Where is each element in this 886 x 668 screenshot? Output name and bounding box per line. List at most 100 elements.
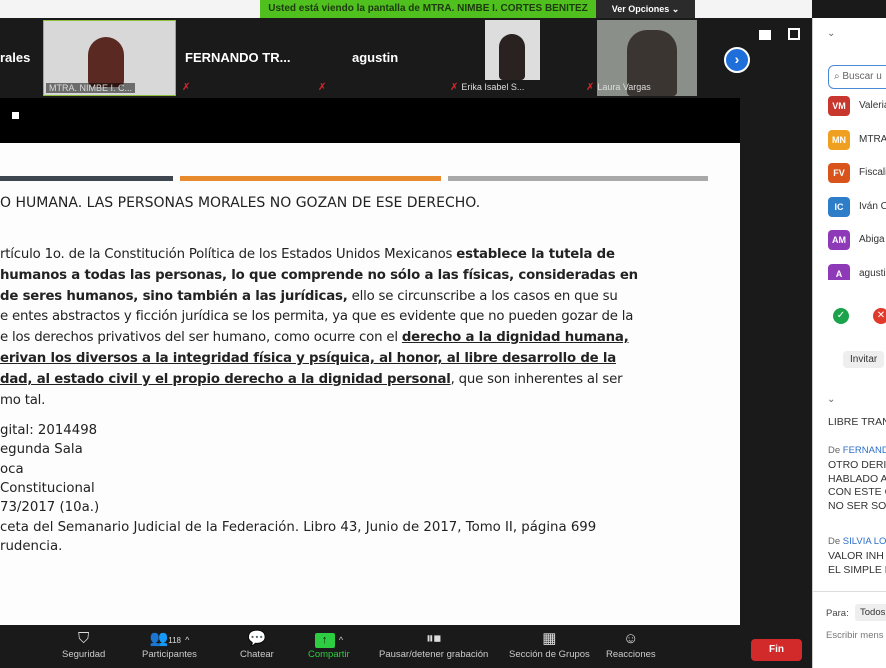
chat-icon: 💬 (247, 630, 267, 647)
shield-icon: ⛉ (78, 630, 90, 647)
chat-sender[interactable]: FERNAND (843, 445, 886, 456)
chat-sender-line: De SILVIA LOF (828, 535, 886, 549)
participant-count: 118 (168, 636, 181, 645)
label: Sección de Grupos (509, 649, 590, 660)
bold-segment: humanos a todas las personas, lo que com… (0, 267, 638, 283)
emoji-icon: ☺ (623, 630, 639, 647)
label: Reacciones (606, 649, 656, 660)
chat-sender[interactable]: SILVIA LOF (843, 536, 886, 547)
chat-input[interactable]: Escribir mens (826, 630, 884, 641)
video-strip: rales MTRA. NIMBE I. C... FERNANDO TR...… (0, 18, 812, 98)
participant-avatar: A (828, 263, 850, 280)
label: Compartir (308, 649, 350, 660)
chat-line: OTRO DERI (828, 459, 886, 471)
chat-collapse-chevron-icon[interactable]: ⌄ (827, 394, 835, 405)
muted-mic-icon: ✗ (450, 82, 459, 93)
text-segment: ello se circunscribe a los casos en que … (347, 288, 618, 304)
share-banner: Usted está viendo la pantalla de MTRA. N… (260, 0, 596, 18)
video-label-row: ✗ Erika Isabel S... (450, 82, 524, 93)
metadata-line: rudencia. (0, 538, 63, 554)
from-label: De (828, 445, 843, 456)
video-label-row: ✗ Laura Vargas (586, 82, 651, 93)
paragraph-line: de seres humanos, sino también a las jur… (0, 289, 618, 304)
participant-avatar: IC (828, 196, 850, 217)
chat-message-text: LIBRE TRAN (828, 416, 886, 428)
divider (180, 176, 441, 181)
text-segment: e los derechos privativos del ser humano… (0, 330, 402, 346)
share-icon: ↑ ^ (308, 629, 350, 649)
text-segment: e entes abstractos y ficción jurídica se… (0, 309, 634, 325)
muted-mic-icon: ✗ (586, 82, 595, 93)
video-name: rales (0, 50, 31, 65)
share-background (740, 98, 812, 625)
metadata-line: ceta del Semanario Judicial de la Federa… (0, 519, 597, 535)
slide-title: O HUMANA. LAS PERSONAS MORALES NO GOZAN … (0, 195, 481, 211)
participant-list: VM Valeria MN MTRA. FV Fiscali IC Iván C AM Abiga… (813, 18, 886, 280)
participant-avatar: FV (828, 163, 850, 183)
participant-name[interactable]: agusti (859, 268, 886, 279)
chat-line: HABLADO A (828, 472, 886, 485)
paragraph-line: erivan los diversos a la integridad físi… (0, 351, 616, 366)
grid-icon: ▦ (542, 630, 557, 647)
chat-line: NO SER SO (828, 499, 886, 512)
participant-name[interactable]: Valeria (859, 100, 886, 111)
breakout-rooms-button[interactable]: ▦ Sección de Grupos (509, 629, 590, 660)
chat-message: VALOR INH EL SIMPLE H (828, 550, 886, 577)
to-label: Para: (826, 608, 849, 619)
fullscreen-icon[interactable] (788, 28, 800, 40)
chat-line: CON ESTE C (828, 486, 886, 498)
video-label: Erika Isabel S... (461, 82, 525, 92)
video-name: FERNANDO TR... (185, 50, 291, 65)
participant-video (499, 34, 525, 80)
muted-mic-icon: ✗ (182, 82, 191, 93)
metadata-line: oca (0, 461, 24, 477)
chat-line: VALOR INH (828, 550, 884, 562)
paragraph-line: rtículo 1o. de la Constitución Política … (0, 247, 615, 262)
reactions-button[interactable]: ☺ Reacciones (606, 629, 656, 660)
participant-name[interactable]: Abiga (859, 234, 885, 245)
video-label: MTRA. NIMBE I. C... (46, 83, 136, 93)
chat-message: OTRO DERI HABLADO A CON ESTE C NO SER SO (828, 459, 886, 513)
text-segment: mo tal. (0, 392, 46, 408)
video-tile-speaker[interactable]: MTRA. NIMBE I. C... (43, 20, 176, 96)
participant-name[interactable]: Fiscali (859, 167, 886, 178)
view-layout-icon[interactable] (759, 30, 771, 40)
next-page-icon[interactable]: › (724, 47, 750, 73)
metadata-line: gital: 2014498 (0, 423, 98, 438)
video-tile[interactable] (485, 20, 540, 80)
share-button[interactable]: ↑ ^ Compartir (308, 629, 350, 660)
chat-button[interactable]: 💬 Chatear (240, 629, 274, 660)
participant-name[interactable]: Iván C (859, 201, 886, 212)
recipient-select[interactable]: Todos (855, 604, 886, 621)
participant-video (88, 37, 124, 87)
stop-icon (12, 112, 19, 119)
label: Chatear (240, 649, 274, 660)
underlined-segment: erivan los diversos a la integridad físi… (0, 351, 617, 366)
divider (813, 591, 886, 592)
paragraph-line: e los derechos privativos del ser humano… (0, 330, 629, 345)
from-label: De (828, 536, 843, 547)
bold-segment: de seres humanos, sino también a las jur… (0, 288, 348, 304)
participant-avatar: VM (828, 96, 850, 116)
video-name: agustin (352, 50, 399, 65)
underlined-segment: dad, al estado civil y el propio derecho… (0, 371, 451, 387)
label: Pausar/detener grabación (379, 649, 489, 660)
yes-reaction-icon[interactable]: ✓ (833, 308, 849, 324)
side-panel: ⌄ ⌕ Buscar u VMValeriaMNMTRA.FVFiscaliIC… (812, 18, 886, 668)
slide-header (0, 98, 740, 143)
end-meeting-button[interactable]: Fin (751, 639, 802, 661)
label: Seguridad (62, 649, 106, 660)
participants-icon: 👥118 ^ (149, 630, 190, 647)
metadata-line: egunda Sala (0, 442, 83, 458)
view-options-button[interactable]: Ver Opciones ⌄ (596, 0, 695, 18)
no-reaction-icon[interactable]: ✕ (873, 308, 886, 324)
record-button[interactable]: ⏸⏹ Pausar/detener grabación (379, 629, 488, 660)
chat-line: EL SIMPLE H (828, 563, 886, 576)
participant-name[interactable]: MTRA. (859, 134, 886, 145)
bold-segment: establece la tutela de (456, 247, 615, 262)
participant-avatar: AM (828, 230, 850, 250)
invite-button[interactable]: Invitar (843, 351, 885, 368)
security-button[interactable]: ⛉ Seguridad (62, 629, 105, 660)
divider (448, 176, 708, 181)
participants-button[interactable]: 👥118 ^ Participantes (142, 629, 197, 660)
